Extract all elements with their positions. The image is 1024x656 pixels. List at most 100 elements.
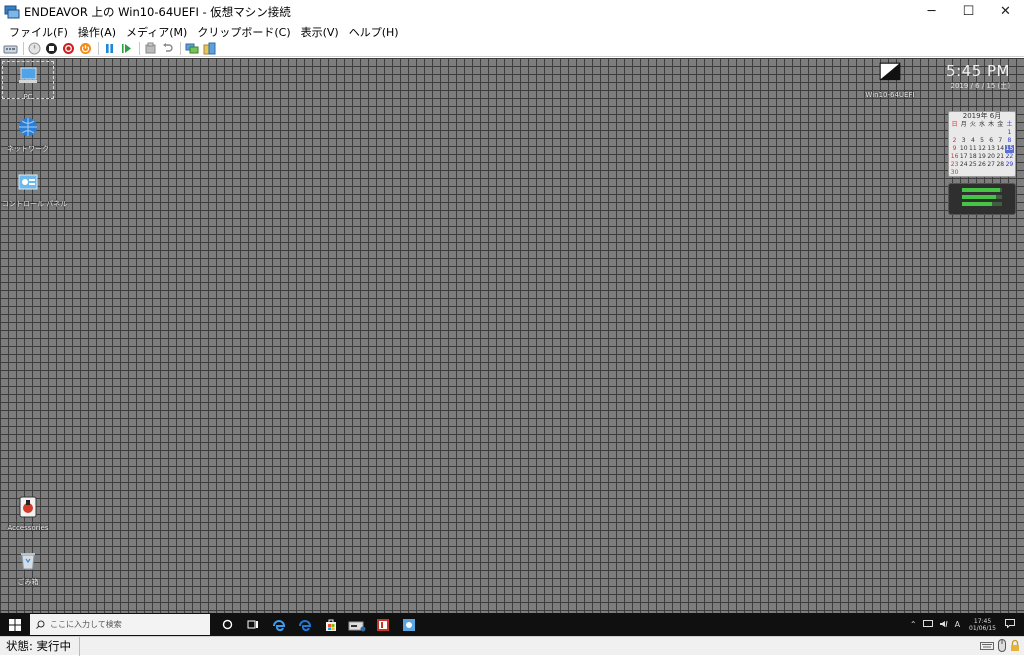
vm-connection-icon [4, 5, 20, 18]
calendar-day[interactable]: 5 [977, 137, 986, 145]
checkpoint-icon[interactable] [143, 41, 158, 56]
desktop-icon-label: PC [23, 93, 33, 101]
calendar-gadget[interactable]: 2019年 6月 日月火水木金土 1 2 3 4 5 6 7 8 9 10 11 12 13 14 15 16 1… [948, 111, 1016, 177]
calendar-day[interactable]: 15 [1004, 145, 1014, 153]
menu-action[interactable]: 操作(A) [73, 24, 121, 40]
desktop-icon-accessories[interactable]: Accessories [2, 496, 54, 532]
desktop-icon-control-panel[interactable]: コントロール パネル [2, 171, 68, 209]
calendar-day[interactable]: 7 [996, 137, 1005, 145]
desktop-icon-pc[interactable]: PC [2, 61, 54, 101]
calendar-day[interactable]: 3 [959, 137, 968, 145]
share-icon[interactable] [201, 41, 216, 56]
calendar-day[interactable]: 22 [1005, 153, 1014, 161]
save-icon[interactable] [78, 41, 93, 56]
volume-icon[interactable] [939, 620, 949, 630]
ctrl-alt-del-icon[interactable] [3, 41, 18, 56]
menu-clipboard[interactable]: クリップボード(C) [192, 24, 295, 40]
cortana-icon[interactable] [214, 613, 240, 636]
calendar-day[interactable]: 14 [996, 145, 1005, 153]
ie-icon[interactable] [292, 613, 318, 636]
calendar-header: 2019年 6月 [962, 112, 1002, 120]
calendar-day[interactable]: 11 [968, 145, 977, 153]
calendar-day[interactable]: 30 [950, 169, 959, 177]
calendar-day [959, 129, 968, 137]
toolbar-separator [180, 41, 181, 55]
start-icon[interactable] [27, 41, 42, 56]
calendar-day[interactable]: 23 [950, 161, 959, 169]
calendar-day [987, 129, 996, 137]
menu-media[interactable]: メディア(M) [121, 24, 192, 40]
close-button[interactable]: ✕ [987, 0, 1024, 23]
calendar-day[interactable]: 21 [996, 153, 1005, 161]
calendar-day[interactable]: 13 [987, 145, 996, 153]
title-bar[interactable]: ENDEAVOR 上の Win10-64UEFI - 仮想マシン接続 ─ ☐ ✕ [0, 0, 1024, 23]
calendar-day[interactable]: 24 [959, 161, 968, 169]
pause-icon[interactable] [102, 41, 117, 56]
calendar-day[interactable]: 27 [987, 161, 996, 169]
cpu-meter-gadget [948, 183, 1016, 215]
calendar-day[interactable]: 29 [1005, 161, 1014, 169]
resume-icon[interactable] [119, 41, 134, 56]
shutdown-icon[interactable] [61, 41, 76, 56]
calendar-day[interactable]: 18 [968, 153, 977, 161]
enhanced-session-icon[interactable] [184, 41, 199, 56]
calendar-day[interactable]: 8 [1005, 137, 1014, 145]
calendar-day[interactable]: 1 [1005, 129, 1014, 137]
calendar-day[interactable]: 6 [987, 137, 996, 145]
calendar-grid: 日月火水木金土 1 2 3 4 5 6 7 8 9 10 11 12 13 14 15 16 17 18 19 20 21… [949, 121, 1015, 177]
revert-icon[interactable] [160, 41, 175, 56]
calendar-day[interactable]: 4 [968, 137, 977, 145]
menu-help[interactable]: ヘルプ(H) [344, 24, 404, 40]
app-icon[interactable] [396, 613, 422, 636]
store-icon[interactable] [318, 613, 344, 636]
start-button[interactable] [0, 613, 30, 636]
calendar-day [987, 169, 996, 177]
menu-file[interactable]: ファイル(F) [4, 24, 73, 40]
maximize-button[interactable]: ☐ [950, 0, 987, 23]
calendar-day[interactable]: 20 [987, 153, 996, 161]
search-icon [36, 620, 45, 629]
desktop-icon-network[interactable]: ネットワーク [2, 116, 54, 154]
calendar-day[interactable]: 19 [977, 153, 986, 161]
calendar-day[interactable]: 12 [977, 145, 986, 153]
calendar-day[interactable]: 2 [950, 137, 959, 145]
task-view-icon[interactable] [240, 613, 266, 636]
desktop-icon-label: コントロール パネル [2, 200, 68, 208]
drive-icon[interactable] [344, 613, 370, 636]
status-bar: 状態: 実行中 [0, 636, 1024, 656]
vm-desktop[interactable]: PC ネットワーク コントロール パネル Accessories ごみ箱 Win… [0, 58, 1024, 613]
toolbar-separator [23, 41, 24, 55]
calendar-day[interactable]: 16 [950, 153, 959, 161]
meter-bar [962, 201, 1002, 206]
edge-icon[interactable] [266, 613, 292, 636]
calendar-day[interactable]: 26 [977, 161, 986, 169]
ime-mode-indicator[interactable]: A [955, 620, 960, 629]
taskbar-clock[interactable]: 17:45 01/06/15 [969, 618, 996, 632]
minimize-button[interactable]: ─ [913, 0, 950, 23]
desktop-icon-label: Accessories [7, 524, 49, 532]
calendar-weekday: 水 [978, 121, 985, 128]
recycle-bin-icon [21, 553, 35, 570]
network-tray-icon[interactable] [922, 619, 933, 630]
meter-bar-fill [962, 194, 996, 199]
calendar-weekday: 土 [1006, 121, 1013, 128]
desktop-icon-recycle-bin[interactable]: ごみ箱 [2, 549, 54, 587]
menu-view[interactable]: 表示(V) [296, 24, 344, 40]
chevron-up-icon[interactable]: ⌃ [910, 620, 917, 629]
taskbar-search-box[interactable]: ここに入力して検索 [30, 614, 210, 635]
windows-logo-icon [9, 618, 21, 631]
desktop-clock-gadget: 5:45 PM 2019 / 6 / 15 (土) [946, 62, 1010, 91]
office-icon[interactable] [370, 613, 396, 636]
calendar-day[interactable]: 17 [959, 153, 968, 161]
calendar-weekday: 火 [969, 121, 976, 128]
turn-off-icon[interactable] [44, 41, 59, 56]
calendar-day[interactable]: 10 [959, 145, 968, 153]
calendar-day [977, 169, 986, 177]
calendar-day[interactable]: 25 [968, 161, 977, 169]
calendar-day [977, 129, 986, 137]
notification-icon[interactable] [1005, 619, 1015, 630]
calendar-day[interactable]: 9 [950, 145, 959, 153]
meter-bar [962, 187, 1002, 192]
desktop-icon-win10-uefi[interactable]: Win10-64UEFI [864, 61, 916, 99]
calendar-day[interactable]: 28 [996, 161, 1005, 169]
